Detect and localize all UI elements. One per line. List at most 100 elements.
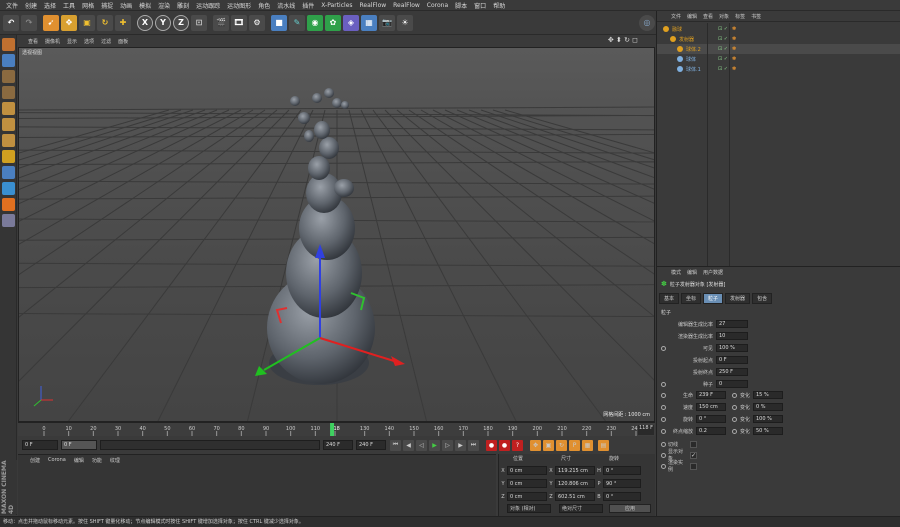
y-axis-icon[interactable]: Y	[155, 14, 171, 31]
visibility-icon[interactable]: ⊡ ✓	[718, 66, 728, 72]
visibility-icon[interactable]: ⊡ ✓	[718, 36, 728, 42]
animate-toggle[interactable]	[661, 416, 666, 422]
menu-item[interactable]: 帮助	[493, 1, 505, 10]
play-icon[interactable]: ▶	[429, 439, 440, 451]
attribute-tab[interactable]: 发射器	[725, 293, 751, 304]
apply-button[interactable]: 应用	[609, 504, 651, 513]
attribute-value[interactable]: 0	[716, 380, 748, 388]
coordinate-mode-select[interactable]: 对象 (相对)	[507, 504, 551, 513]
attribute-tab[interactable]: 坐标	[681, 293, 702, 304]
animate-toggle[interactable]	[661, 345, 666, 351]
camera-icon[interactable]: 📷	[379, 14, 395, 31]
attribute-value[interactable]: 50 %	[753, 427, 783, 435]
next-key-icon[interactable]: ▶	[455, 439, 466, 451]
checkbox[interactable]	[690, 440, 697, 448]
perspective-viewport[interactable]: 透视视图 网格间距 : 1000 cm	[18, 47, 655, 422]
tag-icon[interactable]: ✽	[732, 56, 736, 62]
coord-pos[interactable]: 0 cm	[507, 492, 547, 501]
viewport-menu-item[interactable]: 查看	[28, 38, 38, 45]
menu-item[interactable]: X-Particles	[321, 2, 352, 9]
menu-item[interactable]: 运动图形	[227, 1, 251, 10]
animate-toggle[interactable]	[732, 392, 737, 398]
light-icon[interactable]: ☀	[397, 14, 413, 31]
deformer-icon[interactable]: ◈	[343, 14, 359, 31]
texture-mode-icon[interactable]	[2, 70, 15, 83]
coord-size[interactable]: 119.215 cm	[555, 466, 595, 475]
viewport-menu-item[interactable]: 面板	[118, 38, 128, 45]
viewport-menu-item[interactable]: 摄像机	[45, 38, 60, 45]
attribute-value[interactable]: 250 F	[716, 368, 748, 376]
record-active-icon[interactable]: ●	[486, 439, 497, 451]
visibility-icon[interactable]: ⊡ ✓	[718, 46, 728, 52]
move-key-icon[interactable]: ✥	[530, 439, 541, 451]
cloner-icon[interactable]: ✿	[325, 14, 341, 31]
material-menu-item[interactable]: 创建	[30, 457, 40, 464]
workplane-icon[interactable]	[2, 86, 15, 99]
menu-item[interactable]: 创建	[25, 1, 37, 10]
recent-tool-icon[interactable]: ✚	[115, 14, 131, 31]
object-manager-tab[interactable]: 编辑	[687, 13, 697, 20]
attribute-value[interactable]: 150 cm	[696, 403, 726, 411]
menu-item[interactable]: RealFlow	[393, 2, 420, 9]
range-start-field[interactable]: 0 F	[61, 440, 97, 450]
animate-toggle[interactable]	[661, 463, 666, 469]
attribute-value[interactable]: 27	[716, 320, 748, 328]
animate-toggle[interactable]	[661, 428, 666, 434]
viewport-menu-item[interactable]: 选项	[84, 38, 94, 45]
material-menu-item[interactable]: Corona	[48, 457, 66, 463]
attribute-value[interactable]: 0 °	[696, 415, 726, 423]
attribute-menu-item[interactable]: 用户数据	[703, 269, 723, 276]
param-key-icon[interactable]: P	[569, 439, 580, 451]
go-to-start-icon[interactable]: ⏮	[390, 439, 401, 451]
menu-item[interactable]: 插件	[302, 1, 314, 10]
solo-icon[interactable]	[2, 198, 15, 211]
floor-icon[interactable]: ▦	[361, 14, 377, 31]
timeline-ruler[interactable]: 0 10 20 30 40 50 60 70 80 90 100 110 118 130 140 150 160…	[40, 423, 640, 437]
start-frame-field[interactable]: 0 F	[22, 440, 58, 450]
go-to-end-icon[interactable]: ⏭	[468, 439, 479, 451]
animate-toggle[interactable]	[661, 392, 666, 398]
next-frame-icon[interactable]: ▷	[442, 439, 453, 451]
attribute-value[interactable]: 0.2	[696, 427, 726, 435]
cube-icon[interactable]: ■	[271, 14, 287, 31]
menu-item[interactable]: 模拟	[139, 1, 151, 10]
attribute-menu-item[interactable]: 模式	[671, 269, 681, 276]
viewport-menu-item[interactable]: 过滤	[101, 38, 111, 45]
menu-item[interactable]: 网格	[82, 1, 94, 10]
object-manager-tab[interactable]: 查看	[703, 13, 713, 20]
coord-rot[interactable]: 90 °	[603, 479, 641, 488]
menu-item[interactable]: 窗口	[474, 1, 486, 10]
subdivision-icon[interactable]: ◉	[307, 14, 323, 31]
material-menu-item[interactable]: 功能	[92, 457, 102, 464]
menu-item[interactable]: 脚本	[455, 1, 467, 10]
render-settings-icon[interactable]: ⚙	[249, 14, 265, 31]
menu-item[interactable]: Corona	[427, 2, 448, 9]
viewport-nav-icons[interactable]: ✥ ⬍ ↻ ◻	[608, 36, 638, 44]
object-row[interactable]: 融球 ⊡ ✓ ✽	[657, 24, 900, 34]
range-slider[interactable]	[100, 440, 320, 450]
pla-key-icon[interactable]: ▦	[582, 439, 593, 451]
material-menu-item[interactable]: 编辑	[74, 457, 84, 464]
axis-mode-icon[interactable]	[2, 150, 15, 163]
snap-icon[interactable]	[2, 182, 15, 195]
polygons-mode-icon[interactable]	[2, 134, 15, 147]
grid-icon[interactable]	[2, 214, 15, 227]
prev-key-icon[interactable]: ◀	[403, 439, 414, 451]
keyframe-selection-icon[interactable]: ?	[512, 439, 523, 451]
object-manager-tab[interactable]: 文件	[671, 13, 681, 20]
end-frame-field[interactable]: 240 F	[356, 440, 386, 450]
material-menu-item[interactable]: 纹理	[110, 457, 120, 464]
menu-item[interactable]: RealFlow	[360, 2, 387, 9]
tweak-mode-icon[interactable]	[2, 166, 15, 179]
tag-icon[interactable]: ✽	[732, 26, 736, 32]
scale-key-icon[interactable]: ▣	[543, 439, 554, 451]
render-view-icon[interactable]: 🎬	[213, 14, 229, 31]
coordinate-system-icon[interactable]: ⊡	[191, 14, 207, 31]
object-row[interactable]: 发射器 ⊡ ✓ ✽	[657, 34, 900, 44]
visibility-icon[interactable]: ⊡ ✓	[718, 56, 728, 62]
x-axis-icon[interactable]: X	[137, 14, 153, 31]
attribute-value[interactable]: 0 F	[716, 356, 748, 364]
menu-item[interactable]: 工具	[63, 1, 75, 10]
animate-toggle[interactable]	[732, 416, 737, 422]
pen-icon[interactable]: ✎	[289, 14, 305, 31]
